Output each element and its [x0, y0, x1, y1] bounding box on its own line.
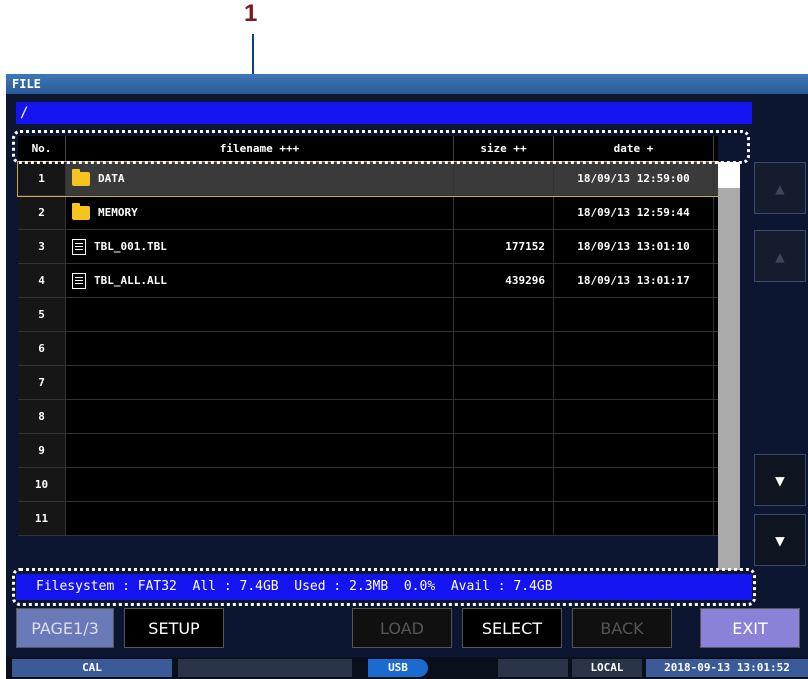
row-date	[554, 400, 714, 433]
row-size: 177152	[454, 230, 554, 263]
row-number: 7	[18, 366, 66, 399]
scrollbar-track[interactable]	[718, 162, 740, 570]
row-filename: TBL_ALL.ALL	[94, 274, 167, 287]
row-filename-cell: MEMORY	[66, 196, 454, 229]
row-size	[454, 502, 554, 535]
row-date	[554, 298, 714, 331]
table-row[interactable]: 9	[18, 434, 718, 468]
scrollbar-thumb[interactable]	[718, 162, 740, 188]
cal-indicator: CAL	[12, 659, 172, 677]
row-filename-cell	[66, 298, 454, 331]
row-filename: DATA	[98, 172, 125, 185]
setup-button[interactable]: SETUP	[124, 608, 224, 648]
row-number: 4	[18, 264, 66, 297]
row-number: 6	[18, 332, 66, 365]
select-button[interactable]: SELECT	[462, 608, 562, 648]
file-icon	[72, 272, 86, 289]
footer-blank-segment	[178, 659, 352, 677]
exit-button[interactable]: EXIT	[700, 608, 800, 648]
row-size	[454, 366, 554, 399]
table-row[interactable]: 2 MEMORY 18/09/13 12:59:44	[18, 196, 718, 230]
row-size	[454, 468, 554, 501]
footer-status-bar: CAL USB LOCAL 2018-09-13 13:01:52	[6, 657, 808, 679]
row-filename-cell	[66, 332, 454, 365]
row-date	[554, 468, 714, 501]
table-row[interactable]: 1 DATA 18/09/13 12:59:00	[17, 161, 719, 197]
callout-highlight-header	[12, 130, 750, 164]
page-indicator-button[interactable]: PAGE1/3	[16, 608, 114, 648]
row-number: 8	[18, 400, 66, 433]
current-path: /	[16, 102, 752, 124]
footer-blank-segment-2	[498, 659, 568, 677]
scroll-down-button[interactable]: ▼	[754, 454, 806, 506]
page-down-button[interactable]: ▼	[754, 514, 806, 566]
table-row[interactable]: 11	[18, 502, 718, 536]
row-size	[454, 196, 554, 229]
file-icon	[72, 238, 86, 255]
row-filename-cell: TBL_001.TBL	[66, 230, 454, 263]
datetime-display: 2018-09-13 13:01:52	[646, 659, 808, 677]
row-number: 3	[18, 230, 66, 263]
row-number: 9	[18, 434, 66, 467]
table-row[interactable]: 4 TBL_ALL.ALL 439296 18/09/13 13:01:17	[18, 264, 718, 298]
row-date	[554, 332, 714, 365]
row-filename-cell	[66, 366, 454, 399]
triangle-up-icon: ▲	[775, 178, 785, 198]
page-up-button[interactable]: ▲	[754, 162, 806, 214]
row-filename-cell: TBL_ALL.ALL	[66, 264, 454, 297]
row-date	[554, 434, 714, 467]
window-title: FILE	[6, 74, 808, 94]
row-number: 11	[18, 502, 66, 535]
table-row[interactable]: 10	[18, 468, 718, 502]
row-size	[454, 332, 554, 365]
callout-highlight-filesystem	[12, 568, 756, 606]
row-number: 10	[18, 468, 66, 501]
row-date: 18/09/13 12:59:00	[554, 162, 714, 195]
triangle-down-icon: ▼	[775, 470, 785, 490]
table-row[interactable]: 7	[18, 366, 718, 400]
folder-icon	[72, 202, 90, 220]
callout-number: 1	[244, 0, 258, 27]
row-size: 439296	[454, 264, 554, 297]
file-table: No. filename +++ size ++ date + 1 DATA 18/…	[17, 136, 719, 536]
back-button[interactable]: BACK	[572, 608, 672, 648]
table-row[interactable]: 5	[18, 298, 718, 332]
local-indicator: LOCAL	[572, 659, 642, 677]
device-screen: FILE / No. filename +++ size ++ date + 1…	[6, 74, 808, 679]
row-number: 5	[18, 298, 66, 331]
row-size	[454, 400, 554, 433]
folder-icon	[72, 168, 90, 186]
scroll-up-button[interactable]: ▲	[754, 230, 806, 282]
row-date	[554, 502, 714, 535]
row-size	[454, 162, 554, 195]
row-number: 1	[18, 162, 66, 195]
row-date: 18/09/13 13:01:17	[554, 264, 714, 297]
table-row[interactable]: 8	[18, 400, 718, 434]
triangle-down-icon: ▼	[775, 530, 785, 550]
row-filename-cell: DATA	[66, 162, 454, 195]
row-date: 18/09/13 13:01:10	[554, 230, 714, 263]
load-button[interactable]: LOAD	[352, 608, 452, 648]
row-filename-cell	[66, 400, 454, 433]
row-size	[454, 434, 554, 467]
row-filename: TBL_001.TBL	[94, 240, 167, 253]
row-filename: MEMORY	[98, 206, 138, 219]
usb-indicator: USB	[368, 659, 428, 677]
row-date	[554, 366, 714, 399]
row-filename-cell	[66, 434, 454, 467]
row-filename-cell	[66, 468, 454, 501]
table-row[interactable]: 3 TBL_001.TBL 177152 18/09/13 13:01:10	[18, 230, 718, 264]
row-date: 18/09/13 12:59:44	[554, 196, 714, 229]
row-filename-cell	[66, 502, 454, 535]
table-body: 1 DATA 18/09/13 12:59:00 2 MEMORY 18/09/13 12…	[17, 161, 719, 536]
triangle-up-icon: ▲	[775, 246, 785, 266]
row-size	[454, 298, 554, 331]
table-row[interactable]: 6	[18, 332, 718, 366]
row-number: 2	[18, 196, 66, 229]
